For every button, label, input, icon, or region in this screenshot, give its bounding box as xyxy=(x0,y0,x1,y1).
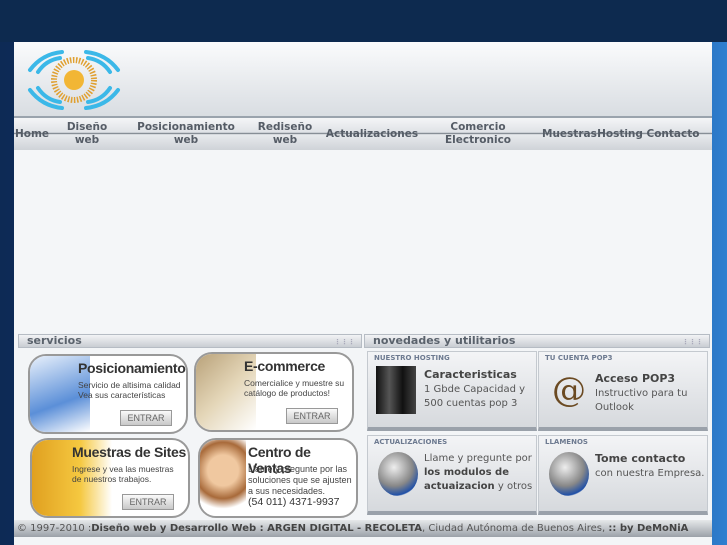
phone-number: (54 011) 4371-9937 xyxy=(248,496,340,508)
nav-muestras[interactable]: Muestras xyxy=(542,128,597,141)
service-desc: Servicio de altisima calidad Vea sus car… xyxy=(78,380,181,400)
top-band xyxy=(0,0,727,42)
mouse-icon xyxy=(378,452,418,496)
service-title: Muestras de Sites xyxy=(72,444,186,460)
service-desc: Llame y pregunte por las soluciones que … xyxy=(248,464,352,508)
page: Home Diseño web Posicionamiento web Redi… xyxy=(14,42,712,545)
server-icon xyxy=(376,366,416,414)
nav-hosting[interactable]: Hosting xyxy=(596,128,644,141)
nav-home[interactable]: Home xyxy=(14,128,50,141)
service-desc: Ingrese y vea las muestras de nuestros t… xyxy=(72,464,174,484)
box-text: Llame y pregunte por los modulos de actu… xyxy=(424,453,533,492)
nav-rediseno-web[interactable]: Rediseño web xyxy=(254,121,316,147)
panel-title: novedades y utilitarios xyxy=(373,334,516,347)
box-text: Tome contacto con nuestra Empresa. xyxy=(595,452,705,479)
main-nav: Home Diseño web Posicionamiento web Redi… xyxy=(14,118,712,150)
grip-icon: ⋮⋮⋮ xyxy=(682,338,703,346)
nav-contacto[interactable]: Contacto xyxy=(646,128,700,141)
servicios-panel: servicios ⋮⋮⋮ Posicionamiento Servicio de… xyxy=(18,334,362,518)
box-actualizaciones[interactable]: ACTUALIZACIONES Llame y pregunte por los… xyxy=(367,435,537,515)
box-label: TU CUENTA POP3 xyxy=(545,354,613,362)
operator-image xyxy=(200,440,246,516)
main-content xyxy=(14,150,712,333)
box-text: Caracteristicas 1 Gbde Capacidad y 500 cu… xyxy=(424,368,526,409)
nav-comercio-electronico[interactable]: Comercio Electronico xyxy=(438,121,518,147)
novedades-panel: novedades y utilitarios ⋮⋮⋮ NUESTRO HOSTI… xyxy=(364,334,710,518)
servicios-header: servicios ⋮⋮⋮ xyxy=(18,334,362,348)
service-title: E-commerce xyxy=(244,358,326,374)
at-sign-icon: @ xyxy=(552,370,586,410)
service-title: Posicionamiento xyxy=(78,360,186,376)
nav-actualizaciones[interactable]: Actualizaciones xyxy=(322,128,422,141)
footer: © 1997-2010 :Diseño web y Desarrollo Web… xyxy=(14,520,712,537)
box-label: NUESTRO HOSTING xyxy=(374,354,450,362)
nav-diseno-web[interactable]: Diseño web xyxy=(54,121,120,147)
service-centro-ventas[interactable]: Centro de Ventas Llame y pregunte por la… xyxy=(198,438,358,518)
entrar-button[interactable]: ENTRAR xyxy=(122,494,174,510)
service-posicionamiento[interactable]: Posicionamiento Servicio de altisima cal… xyxy=(28,354,188,434)
argentina-sun-logo[interactable] xyxy=(22,48,126,112)
nav-posicionamiento-web[interactable]: Posicionamiento web xyxy=(126,121,246,147)
entrar-button[interactable]: ENTRAR xyxy=(286,408,338,424)
novedades-header: novedades y utilitarios ⋮⋮⋮ xyxy=(364,334,710,348)
mouse-icon xyxy=(549,452,589,496)
grip-icon: ⋮⋮⋮ xyxy=(334,338,355,346)
service-muestras[interactable]: Muestras de Sites Ingrese y vea las mues… xyxy=(30,438,190,518)
service-desc: Comercialice y muestre su catálogo de pr… xyxy=(244,378,345,398)
author-link[interactable]: :: by DeMoNiA xyxy=(608,523,688,534)
service-ecommerce[interactable]: E-commerce Comercialice y muestre su cat… xyxy=(194,352,354,432)
box-label: ACTUALIZACIONES xyxy=(374,438,448,446)
box-text: Acceso POP3 Instructivo para tu Outlook xyxy=(595,372,688,413)
box-label: LLAMENOS xyxy=(545,438,588,446)
header xyxy=(14,42,712,118)
box-llamenos[interactable]: LLAMENOS Tome contacto con nuestra Empres… xyxy=(538,435,708,515)
box-pop3[interactable]: TU CUENTA POP3 @ Acceso POP3 Instructivo … xyxy=(538,351,708,431)
box-hosting[interactable]: NUESTRO HOSTING Caracteristicas 1 Gbde Ca… xyxy=(367,351,537,431)
entrar-button[interactable]: ENTRAR xyxy=(120,410,172,426)
panel-title: servicios xyxy=(27,334,82,347)
